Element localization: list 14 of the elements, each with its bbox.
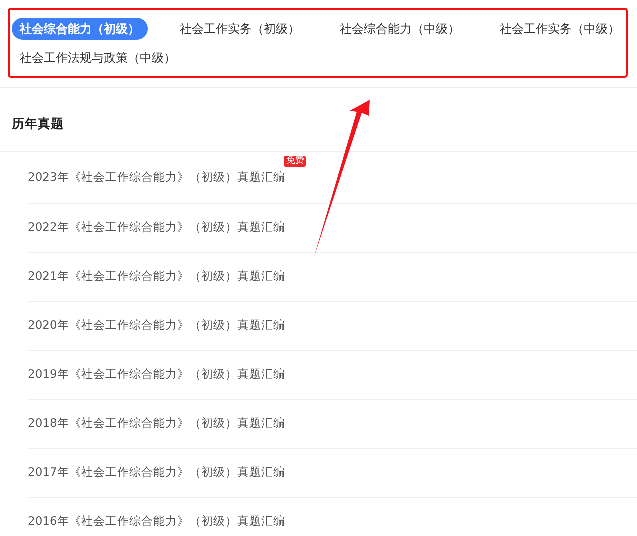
exam-link[interactable]: 2022年《社会工作综合能力》（初级）真题汇编: [28, 220, 286, 234]
exam-link[interactable]: 2017年《社会工作综合能力》（初级）真题汇编: [28, 465, 286, 480]
exam-link[interactable]: 2019年《社会工作综合能力》（初级）真题汇编: [28, 367, 286, 382]
exam-link[interactable]: 2020年《社会工作综合能力》（初级）真题汇编: [28, 318, 286, 332]
tab[interactable]: 社会综合能力（初级）: [12, 18, 148, 40]
tab[interactable]: 社会工作实务（初级）: [172, 18, 308, 40]
free-badge: 免费: [284, 156, 306, 167]
exam-link[interactable]: 2021年《社会工作综合能力》（初级）真题汇编: [28, 269, 286, 284]
exam-link[interactable]: 2018年《社会工作综合能力》（初级）真题汇编: [28, 416, 286, 430]
tab[interactable]: 社会工作实务（中级）: [492, 18, 628, 40]
exam-link[interactable]: 2016年《社会工作综合能力》（初级）真题汇编: [28, 514, 286, 528]
tab[interactable]: 社会综合能力（中级）: [332, 18, 468, 40]
tab[interactable]: 社会工作法规与政策（中级）: [12, 46, 184, 68]
exam-link[interactable]: 2023年《社会工作综合能力》（初级）真题汇编: [28, 170, 286, 184]
